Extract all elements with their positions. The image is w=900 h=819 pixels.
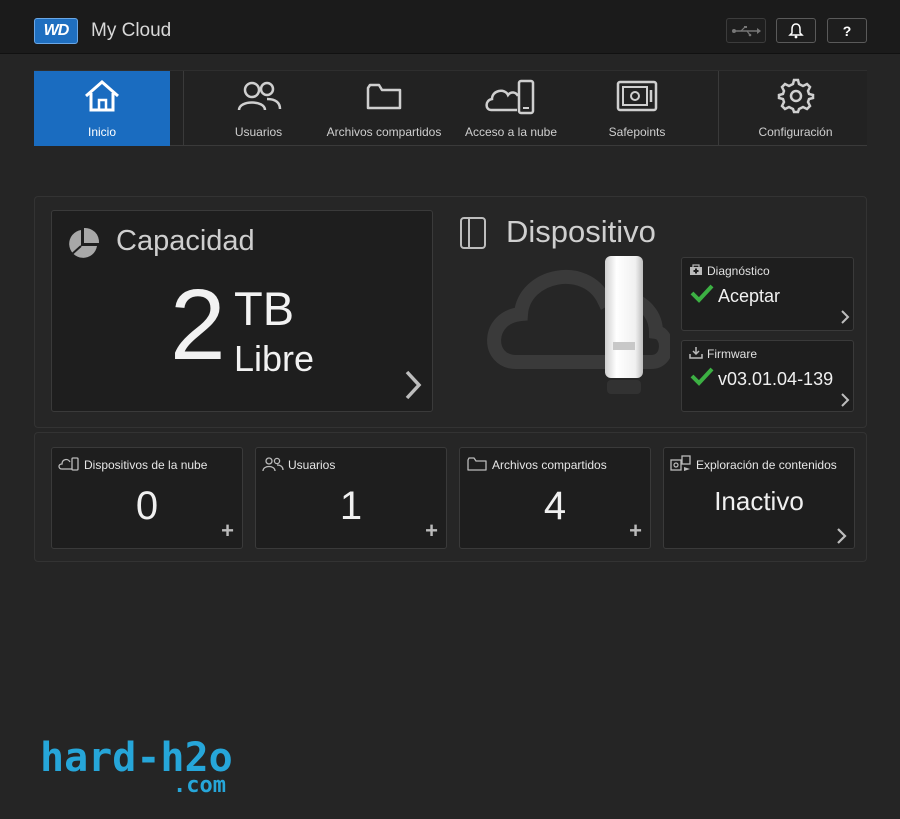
- nav-item-inicio[interactable]: Inicio: [34, 71, 170, 146]
- capacity-unit: TB: [234, 282, 295, 335]
- watermark-domain: .com: [173, 773, 226, 798]
- diagnostics-card[interactable]: Diagnóstico Aceptar: [681, 257, 854, 331]
- usb-icon: [732, 25, 761, 36]
- chevron-right-icon[interactable]: [840, 392, 850, 408]
- nav-item-safepoints[interactable]: Safepoints: [574, 71, 700, 146]
- users-icon: [237, 81, 281, 111]
- firmware-title: Firmware: [707, 347, 757, 361]
- nav-divider: [718, 71, 719, 146]
- nav-label-acceso: Acceso a la nube: [464, 125, 558, 139]
- firmware-version: v03.01.04-139: [718, 369, 834, 389]
- nav-item-usuarios[interactable]: Usuarios: [197, 71, 320, 146]
- add-share-button[interactable]: +: [629, 520, 642, 542]
- nav-label-configuracion: Configuración: [758, 125, 833, 139]
- stat-label: Archivos compartidos: [492, 458, 607, 472]
- stat-card-content-scan[interactable]: Exploración de contenidos Inactivo: [663, 447, 855, 549]
- download-icon: [689, 347, 703, 359]
- home-icon: [85, 80, 119, 112]
- nav-item-configuracion[interactable]: Configuración: [724, 71, 867, 146]
- stat-value: 1: [339, 484, 363, 528]
- nav-divider: [183, 71, 184, 146]
- nav-label-archivos: Archivos compartidos: [326, 125, 442, 139]
- capacity-card[interactable]: Capacidad 2 TB Libre: [51, 210, 433, 412]
- check-icon: [690, 284, 714, 303]
- stat-value: 0: [135, 484, 159, 528]
- usb-button[interactable]: [726, 18, 766, 43]
- safe-icon: [616, 80, 658, 112]
- capacity-title: Capacidad: [116, 225, 255, 257]
- add-user-button[interactable]: +: [425, 520, 438, 542]
- diagnostics-value: Aceptar: [718, 286, 781, 306]
- stat-label: Dispositivos de la nube: [84, 458, 208, 472]
- device-icon: [460, 217, 486, 249]
- stat-value: Inactivo: [714, 486, 804, 516]
- device-title: Dispositivo: [506, 214, 656, 249]
- add-cloud-device-button[interactable]: +: [221, 520, 234, 542]
- folder-icon: [366, 83, 402, 110]
- pie-chart-icon: [69, 227, 100, 258]
- app-title: My Cloud: [91, 20, 172, 41]
- chevron-right-icon[interactable]: [403, 369, 423, 401]
- stat-value: 4: [543, 484, 567, 528]
- media-scan-icon: [670, 455, 691, 471]
- nav-label-usuarios: Usuarios: [234, 125, 283, 139]
- nav-label-inicio: Inicio: [87, 125, 116, 139]
- stat-card-cloud-devices[interactable]: Dispositivos de la nube 0 +: [51, 447, 243, 549]
- top-bar: WD My Cloud ?: [0, 0, 900, 54]
- nav-item-acceso-nube[interactable]: Acceso a la nube: [448, 71, 574, 146]
- stat-label: Usuarios: [288, 458, 336, 472]
- cloud-device-icon: [58, 457, 79, 471]
- gear-icon: [777, 78, 814, 114]
- stat-card-shares[interactable]: Archivos compartidos 4 +: [459, 447, 651, 549]
- capacity-value: 2: [170, 269, 226, 381]
- firmware-card[interactable]: Firmware v03.01.04-139: [681, 340, 854, 412]
- nav-label-safepoints: Safepoints: [608, 125, 666, 139]
- bell-icon: [788, 22, 804, 38]
- my-cloud-device-image: [605, 256, 643, 394]
- notifications-button[interactable]: [776, 18, 816, 43]
- folder-icon: [467, 457, 487, 471]
- main-nav: Inicio Usuarios Archivos compartidos Acc…: [34, 70, 867, 146]
- users-icon: [262, 457, 284, 472]
- medical-kit-icon: [690, 264, 702, 275]
- capacity-free-label: Libre: [234, 338, 315, 379]
- cloud-device-icon: [485, 79, 535, 115]
- chevron-right-icon[interactable]: [840, 309, 850, 325]
- stat-label: Exploración de contenidos: [696, 458, 837, 472]
- stat-card-users[interactable]: Usuarios 1 +: [255, 447, 447, 549]
- check-icon: [690, 367, 714, 386]
- wd-logo: WD: [34, 18, 78, 44]
- nav-item-archivos-compartidos[interactable]: Archivos compartidos: [320, 71, 448, 146]
- help-button[interactable]: ?: [827, 18, 867, 43]
- chevron-right-icon[interactable]: [836, 527, 848, 545]
- diagnostics-title: Diagnóstico: [707, 264, 770, 278]
